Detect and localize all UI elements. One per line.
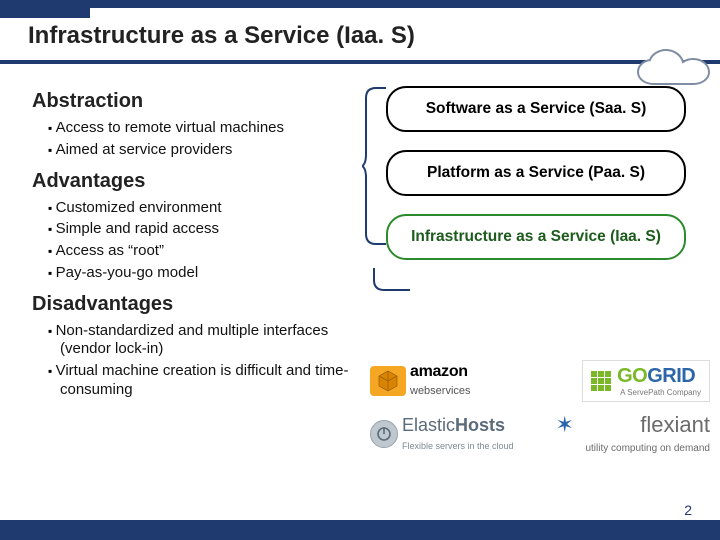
content-area: Abstraction Access to remote virtual mac… (0, 64, 720, 403)
logo-flexiant: ✶ flexiant utility computing on demand (555, 412, 710, 456)
logo-sub: webservices (410, 385, 471, 397)
list-abstraction: Access to remote virtual machines Aimed … (36, 119, 356, 160)
page-number: 2 (684, 502, 692, 518)
logo-text: GRID (647, 365, 695, 387)
top-bar (0, 0, 720, 8)
logo-gogrid: GOGRID A ServePath Company (582, 360, 710, 402)
power-icon (370, 420, 398, 448)
logo-text: GO (617, 365, 647, 387)
logo-text: flexiant (640, 412, 710, 437)
grid-icon (591, 371, 611, 391)
right-column: Software as a Service (Saa. S) Platform … (356, 80, 686, 403)
bracket-icon (362, 86, 390, 256)
logos-area: amazon webservices GOGRID A ServePath Co… (370, 360, 710, 466)
list-item: Aimed at service providers (48, 141, 356, 160)
logo-row: amazon webservices GOGRID A ServePath Co… (370, 360, 710, 402)
logo-amazon: amazon webservices (370, 363, 471, 399)
list-disadvantages: Non-standardized and multiple interfaces… (36, 322, 356, 400)
slide-title: Infrastructure as a Service (Iaa. S) (0, 8, 720, 56)
heading-abstraction: Abstraction (32, 90, 356, 113)
layer-iaas: Infrastructure as a Service (Iaa. S) (386, 214, 686, 260)
list-item: Access to remote virtual machines (48, 119, 356, 138)
list-advantages: Customized environment Simple and rapid … (36, 199, 356, 283)
list-item: Virtual machine creation is difficult an… (48, 362, 356, 400)
accent-block (0, 0, 90, 18)
footer-bar (0, 520, 720, 540)
list-item: Simple and rapid access (48, 220, 356, 239)
heading-advantages: Advantages (32, 170, 356, 193)
list-item: Access as “root” (48, 242, 356, 261)
layer-saas: Software as a Service (Saa. S) (386, 86, 686, 132)
logo-text: amazon (410, 363, 468, 380)
left-column: Abstraction Access to remote virtual mac… (36, 80, 356, 403)
slide: Infrastructure as a Service (Iaa. S) Abs… (0, 0, 720, 540)
layer-paas: Platform as a Service (Paa. S) (386, 150, 686, 196)
heading-disadvantages: Disadvantages (32, 293, 356, 316)
list-item: Customized environment (48, 199, 356, 218)
list-item: Pay-as-you-go model (48, 264, 356, 283)
cube-icon (370, 366, 406, 396)
list-item: Non-standardized and multiple interfaces… (48, 322, 356, 360)
logo-elastichosts: ElasticHosts Flexible servers in the clo… (370, 415, 514, 454)
logo-sub: A ServePath Company (620, 388, 701, 397)
logo-sub: utility computing on demand (585, 443, 710, 454)
logo-text: Elastic (402, 415, 455, 435)
connector-line (372, 266, 412, 292)
star-icon: ✶ (555, 412, 573, 438)
logo-row: ElasticHosts Flexible servers in the clo… (370, 412, 710, 456)
logo-sub: Flexible servers in the cloud (402, 441, 514, 451)
logo-text: Hosts (455, 415, 505, 435)
